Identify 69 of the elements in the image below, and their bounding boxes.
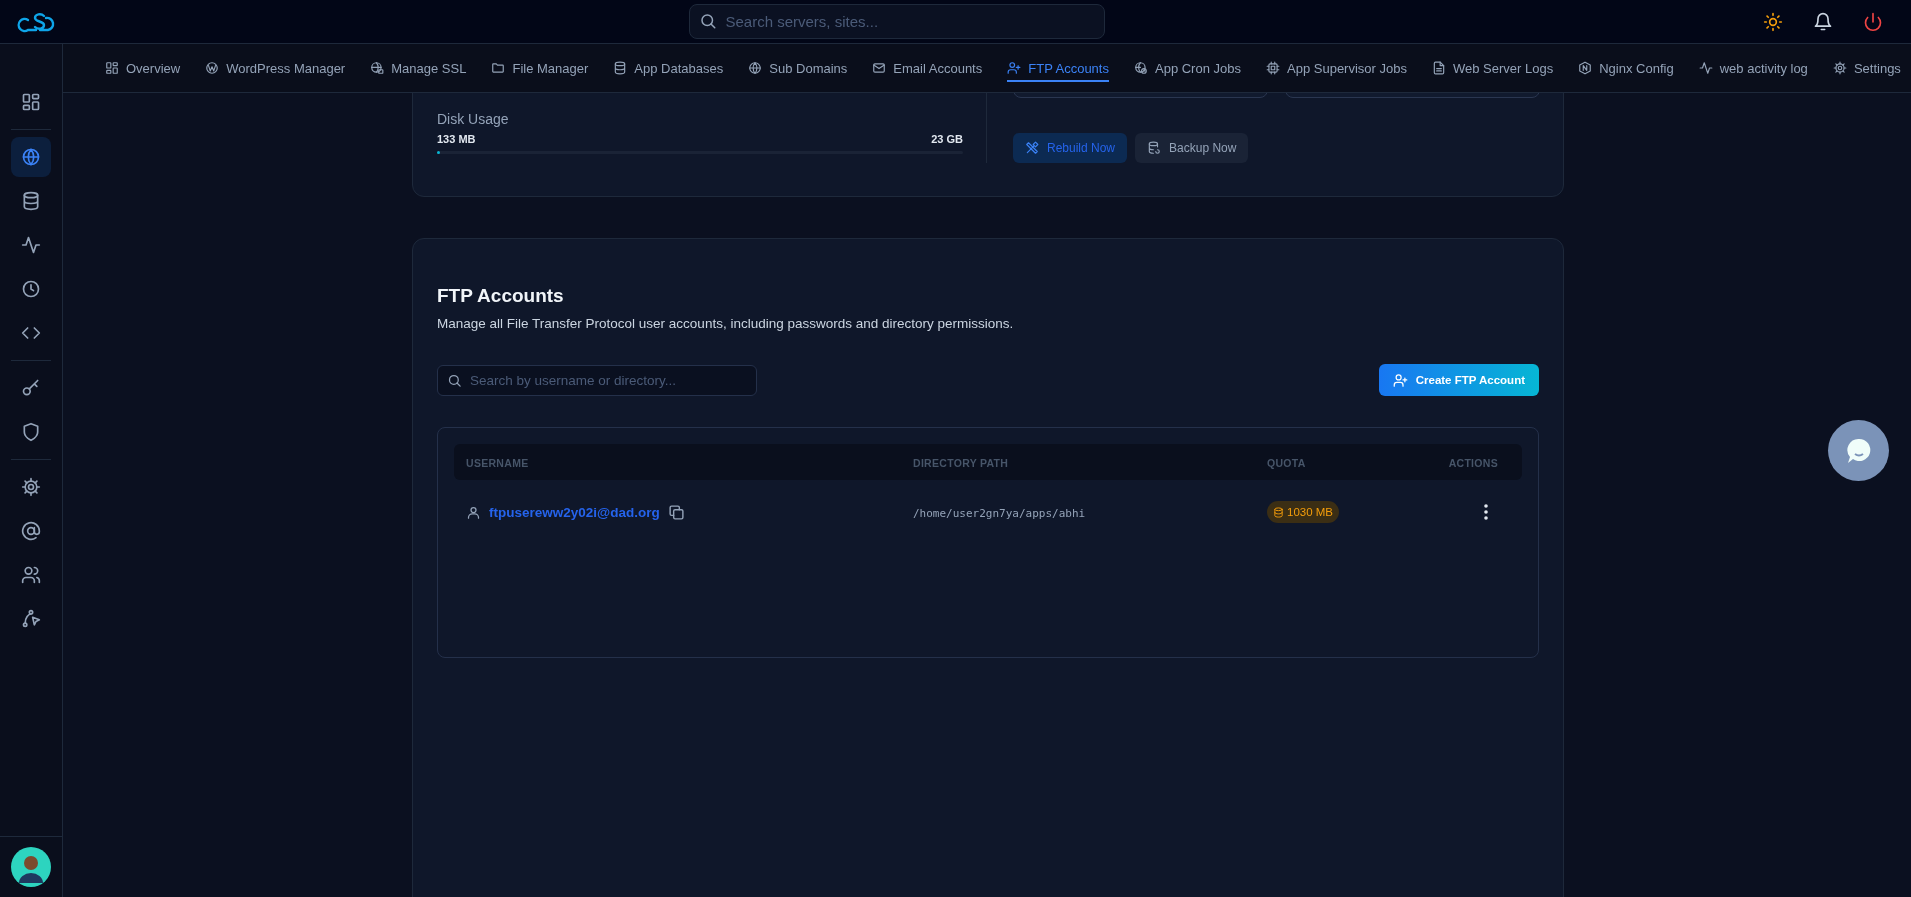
file-icon (1432, 61, 1446, 75)
at-sign-icon (21, 521, 41, 541)
nav-tab[interactable]: WordPress Manager (205, 44, 346, 92)
folder-icon (491, 61, 506, 75)
section-description: Manage all File Transfer Protocol user accounts, including passwords and directory permissions. (437, 316, 1015, 331)
disk-usage-label: Disk Usage (437, 111, 510, 127)
settings-icon (1832, 61, 1847, 75)
activity-icon (1698, 61, 1713, 75)
mail-icon (872, 61, 887, 75)
used-value: 133 MB (437, 133, 476, 145)
column-header: DIRECTORY PATH (913, 457, 1009, 469)
nav-tab[interactable]: App Cron Jobs (1134, 44, 1241, 92)
column-header: ACTIONS (1448, 457, 1498, 469)
user-plus-icon (1007, 61, 1022, 75)
nav-tab[interactable]: Settings (1832, 44, 1901, 92)
notification-bell-icon[interactable] (1813, 11, 1833, 32)
nav-tab[interactable]: Web Server Logs (1432, 44, 1554, 92)
wordpress-icon (205, 61, 220, 75)
nav-tab[interactable]: Manage SSL (370, 44, 467, 92)
user-plus-icon (1392, 372, 1408, 388)
database-icon (21, 191, 41, 211)
dashboard-icon (105, 61, 119, 75)
theme-sun-icon[interactable] (1763, 11, 1783, 32)
settings-icon (21, 477, 41, 497)
copy-icon[interactable] (667, 503, 685, 521)
route-icon (21, 609, 41, 629)
key-icon (21, 378, 41, 398)
nav-tab[interactable]: Sub Domains (748, 44, 848, 92)
column-header: USERNAME (466, 457, 529, 469)
more-options-icon[interactable] (1484, 504, 1488, 520)
dashboard-icon (21, 92, 41, 112)
section-title: FTP Accounts (437, 285, 565, 307)
nav-tab[interactable]: FTP Accounts (1007, 44, 1109, 92)
nav-tab[interactable]: App Supervisor Jobs (1266, 44, 1407, 92)
power-icon[interactable] (1863, 11, 1883, 32)
user-icon (466, 504, 481, 520)
quota-badge: 1030 MB (1267, 501, 1340, 523)
globe-clock-icon (1134, 61, 1148, 75)
globe-lock-icon (370, 61, 385, 75)
globe-icon (748, 61, 763, 75)
nav-tab[interactable]: Email Accounts (872, 44, 983, 92)
shield-icon (21, 422, 41, 442)
nav-tab[interactable]: File Manager (491, 44, 589, 92)
database-icon (1273, 506, 1284, 518)
activity-icon (21, 235, 41, 255)
total-value: 23 GB (931, 133, 963, 145)
avatar[interactable] (11, 847, 51, 887)
nav-tab[interactable]: App Databases (613, 44, 724, 92)
backup-button[interactable]: Backup Now (1135, 133, 1249, 163)
chat-button[interactable] (1828, 420, 1889, 481)
nav-tab[interactable]: Nginx Config (1578, 44, 1674, 92)
search-icon (447, 372, 462, 388)
users-icon (21, 565, 41, 585)
search-field[interactable]: Search by username or directory... (437, 364, 757, 396)
database-icon (1147, 141, 1162, 155)
directory-path: /home/user2gn7ya/apps/abhi (913, 507, 1086, 520)
tools-icon (1025, 141, 1039, 155)
chat-bubble-icon (1844, 436, 1873, 465)
sidebar-item[interactable] (11, 137, 51, 177)
globe-icon (21, 147, 41, 167)
nav-tab[interactable]: web activity log (1698, 44, 1808, 92)
nav-tab[interactable]: Overview (105, 44, 181, 92)
chip-icon (1266, 61, 1280, 75)
hexagon-icon (1578, 61, 1593, 75)
search-icon (698, 12, 717, 30)
database-icon (613, 61, 628, 75)
clock-icon (21, 279, 41, 299)
search-field[interactable]: Search servers, sites... (688, 4, 1105, 39)
column-header: QUOTA (1267, 457, 1306, 469)
